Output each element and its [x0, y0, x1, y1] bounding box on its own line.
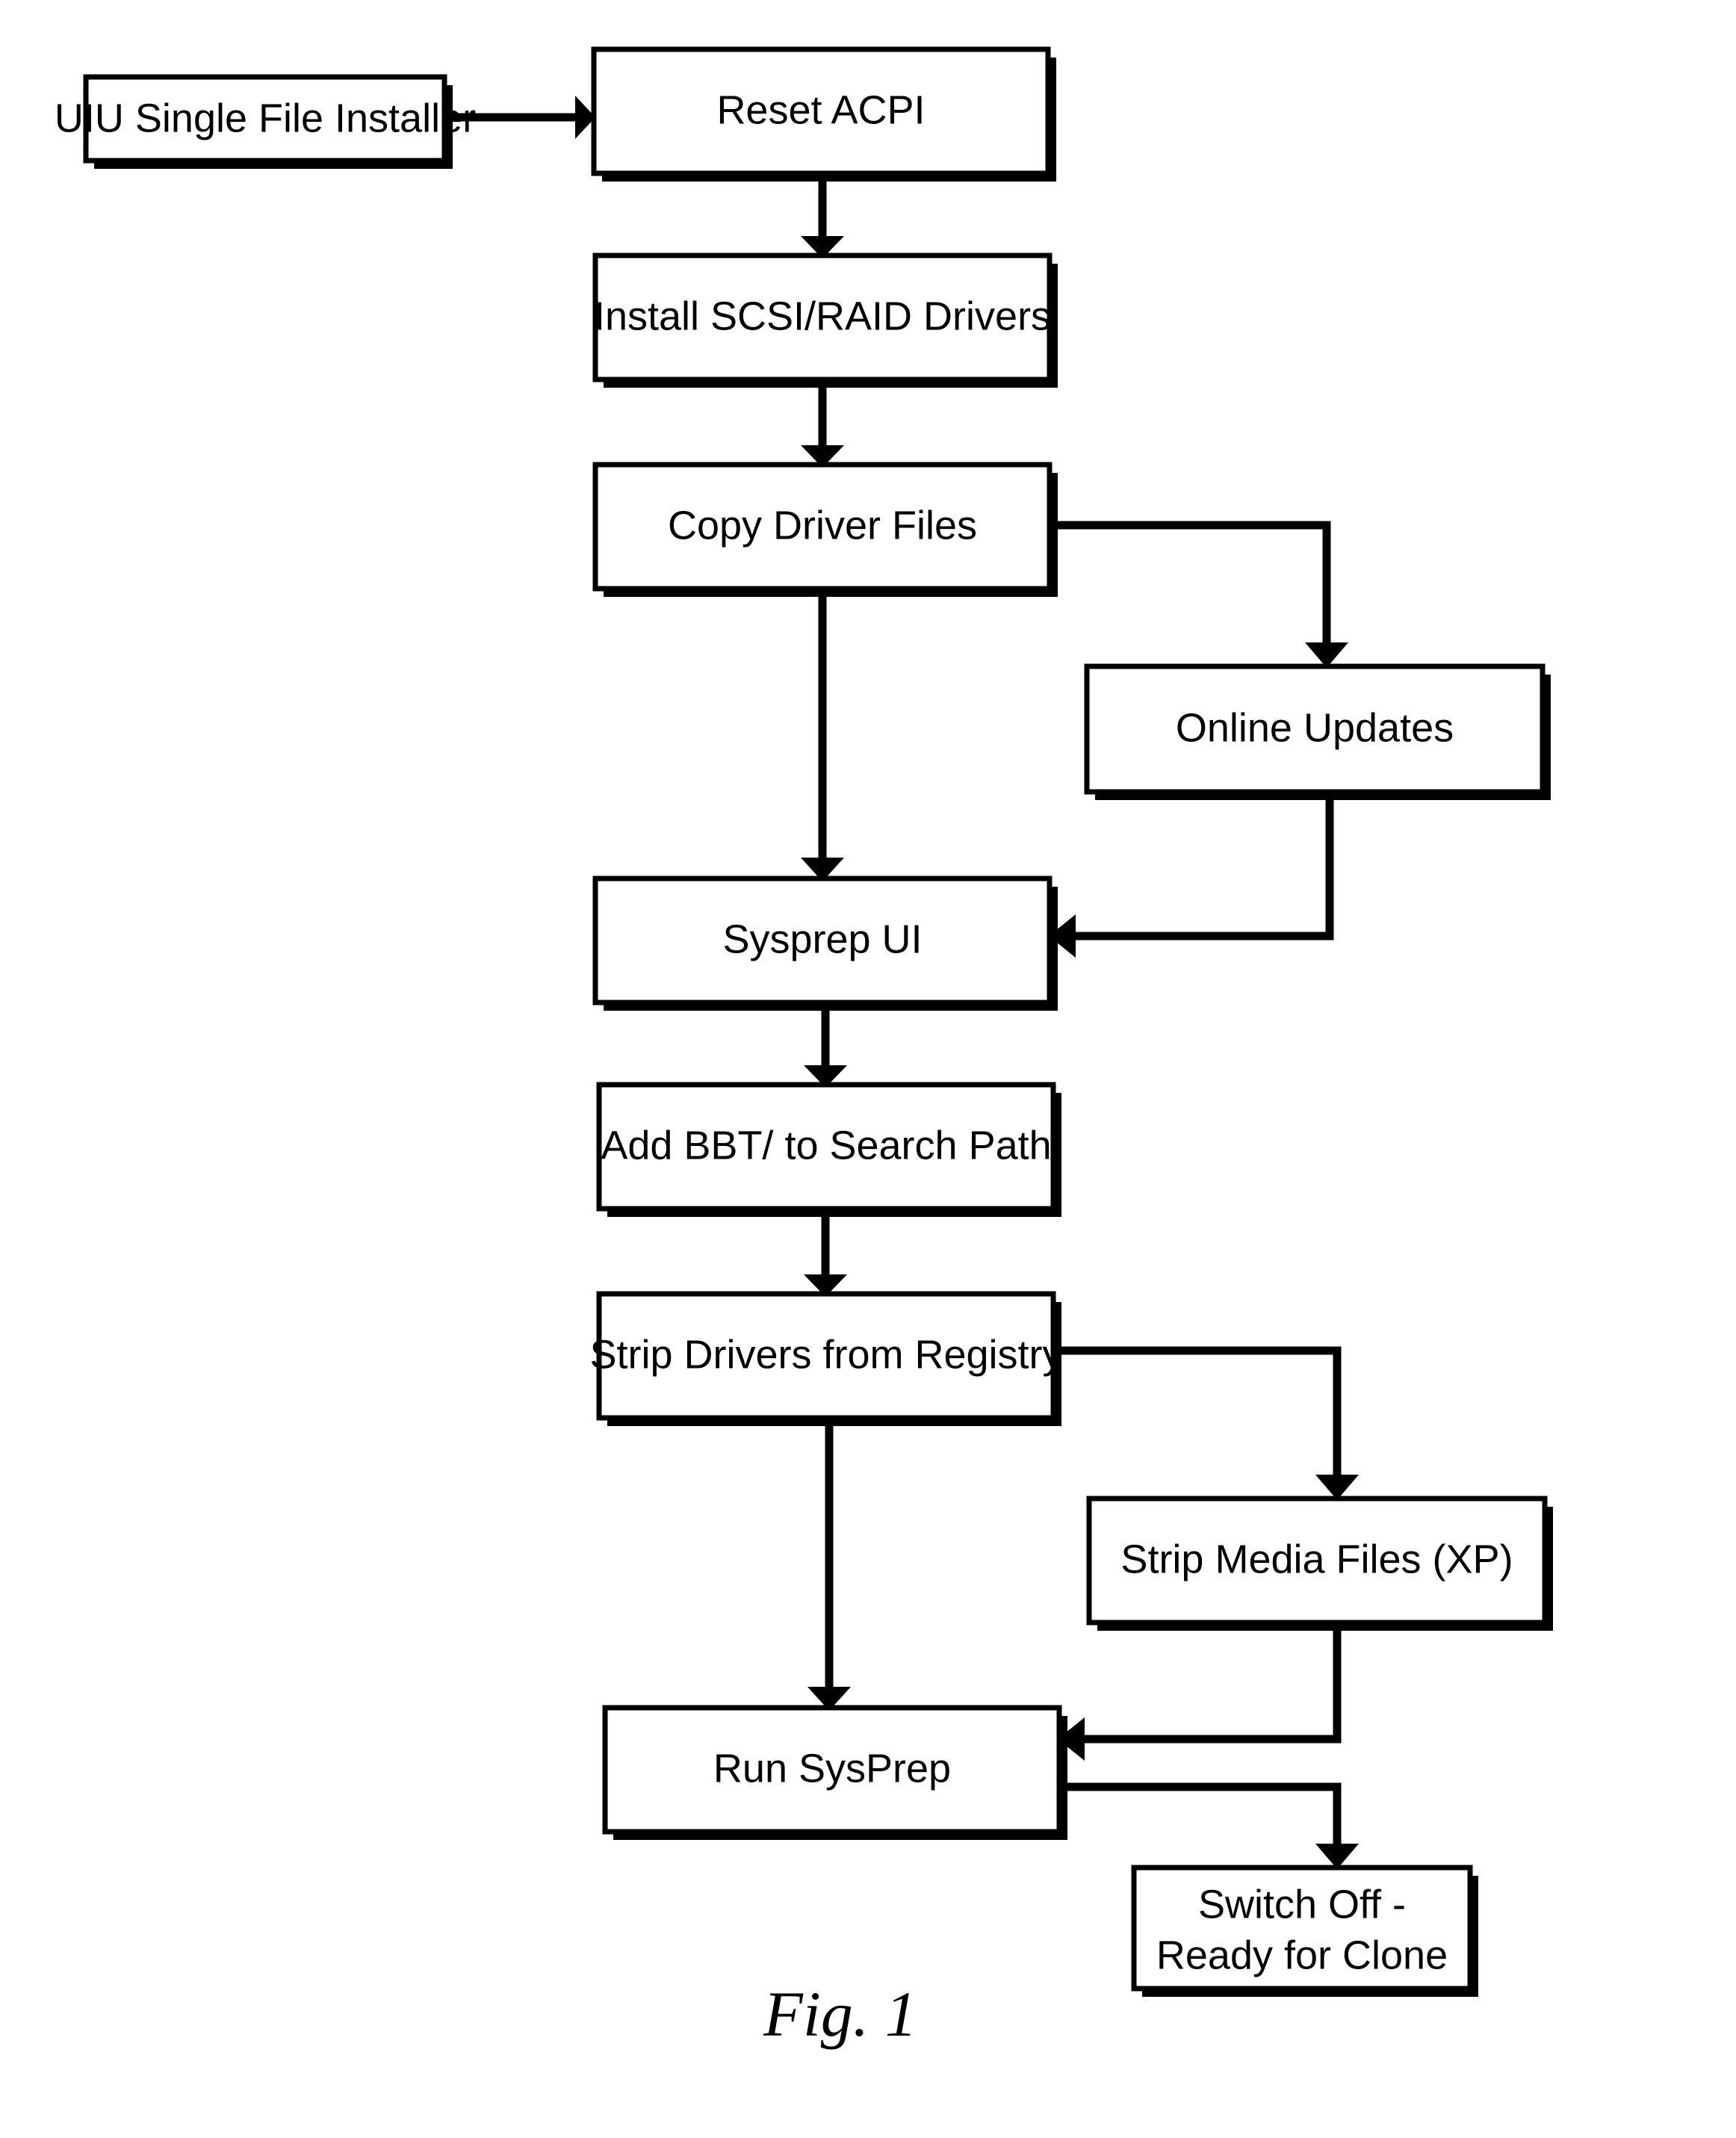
node-online-updates[interactable]: Online Updates: [1084, 663, 1551, 800]
node-label-sysprep-ui: Sysprep UI: [722, 917, 922, 961]
figure-caption: Fig. 1: [763, 1978, 917, 2050]
connector-reset-acpi-to-install-drivers: [801, 173, 844, 258]
node-label-uiu-single-file-installer: UIU Single File Installer: [55, 96, 476, 140]
node-sysprep-ui[interactable]: Sysprep UI: [592, 876, 1058, 1011]
node-label-install-scsi-raid-drivers: Install SCSI/RAID Drivers: [594, 294, 1051, 338]
connector-add-bbt-to-strip-drivers: [804, 1209, 847, 1297]
node-uiu-single-file-installer[interactable]: UIU Single File Installer: [55, 74, 476, 169]
connector-sysprep-ui-to-add-bbt: [804, 1003, 847, 1088]
connector-copy-files-to-sysprep-ui: [801, 589, 844, 881]
node-label-strip-media-files-xp: Strip Media Files (XP): [1120, 1537, 1513, 1581]
connector-copy-files-to-online-updates: [1050, 521, 1348, 668]
node-strip-media-files-xp[interactable]: Strip Media Files (XP): [1086, 1496, 1553, 1631]
node-label-strip-drivers-from-registry: Strip Drivers from Registry: [589, 1332, 1062, 1377]
connector-online-updates-to-sysprep-ui: [1049, 792, 1334, 958]
node-label-switch-off-line2: Ready for Clone: [1156, 1933, 1448, 1977]
connector-run-sysprep-to-switch-off: [1059, 1782, 1359, 1869]
node-strip-drivers-from-registry[interactable]: Strip Drivers from Registry: [589, 1291, 1063, 1426]
node-label-switch-off-line1: Switch Off -: [1198, 1882, 1406, 1927]
node-label-online-updates: Online Updates: [1176, 705, 1454, 750]
node-label-run-sysprep: Run SysPrep: [713, 1746, 951, 1791]
flowchart-canvas: UIU Single File Installer Reset ACPI Ins…: [55, 46, 1553, 2050]
node-label-add-bbt-to-search-path: Add BBT/ to Search Path: [601, 1123, 1051, 1168]
node-run-sysprep[interactable]: Run SysPrep: [602, 1705, 1067, 1840]
node-switch-off-ready-for-clone[interactable]: Switch Off - Ready for Clone: [1131, 1865, 1478, 1997]
node-install-scsi-raid-drivers[interactable]: Install SCSI/RAID Drivers: [592, 252, 1058, 388]
connector-strip-media-to-run-sysprep: [1058, 1623, 1342, 1761]
connector-strip-drivers-to-strip-media: [1053, 1346, 1359, 1500]
node-label-copy-driver-files: Copy Driver Files: [668, 503, 977, 548]
connector-install-drivers-to-copy-files: [801, 379, 844, 468]
node-reset-acpi[interactable]: Reset ACPI: [591, 46, 1056, 182]
node-add-bbt-to-search-path[interactable]: Add BBT/ to Search Path: [596, 1082, 1061, 1217]
node-label-reset-acpi: Reset ACPI: [716, 87, 925, 132]
connector-strip-drivers-to-run-sysprep: [807, 1418, 851, 1711]
figure-root: UIU Single File Installer Reset ACPI Ins…: [0, 0, 1736, 2138]
node-copy-driver-files[interactable]: Copy Driver Files: [592, 462, 1058, 597]
